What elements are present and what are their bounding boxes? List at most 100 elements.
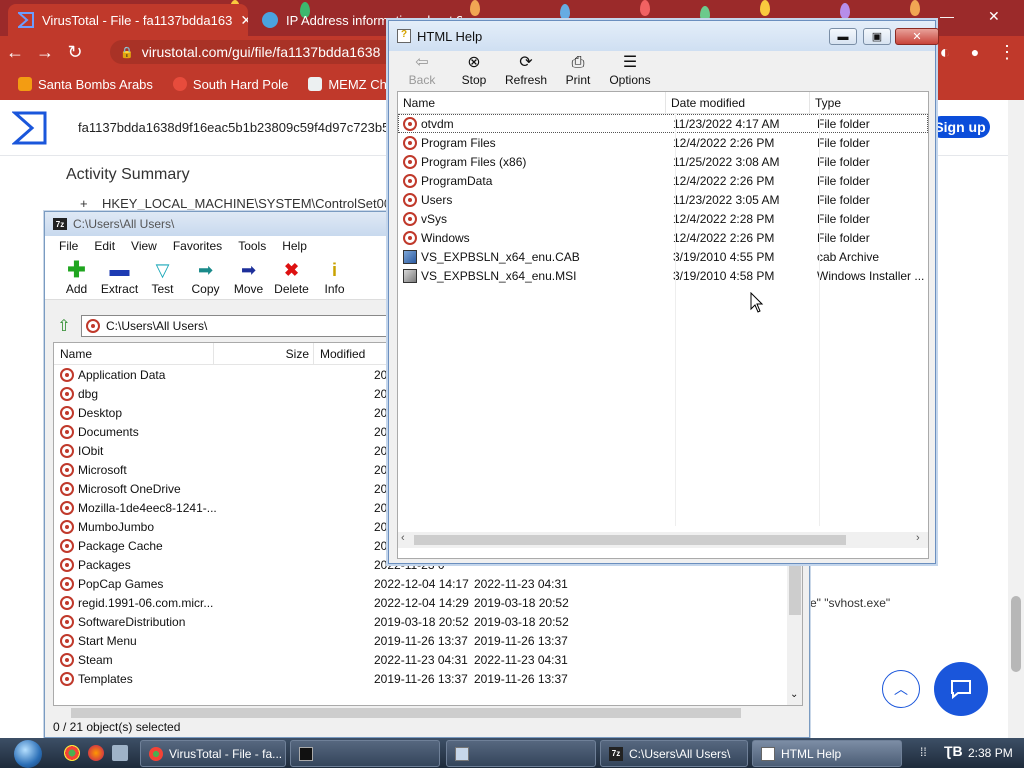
profile-icon[interactable]: ● [960,44,990,60]
virustotal-logo-icon[interactable] [12,110,48,146]
chevron-right-icon[interactable]: › [916,532,920,544]
add-button[interactable]: ✚ Add [55,256,98,299]
delete-button[interactable]: ✖ Delete [270,256,313,299]
print-button[interactable]: ⎙ Print [555,51,601,89]
folder-icon [60,386,74,401]
menu-kebab-icon[interactable]: ⋮ [992,42,1022,63]
table-row[interactable]: regid.1991-06.com.micr... 2022-12-04 14:2… [54,593,802,612]
chrome-icon[interactable] [64,745,80,761]
close-icon[interactable]: ✕ [240,12,248,29]
firefox-icon[interactable] [88,745,104,761]
menu-tools[interactable]: Tools [238,239,266,253]
menu-edit[interactable]: Edit [94,239,115,253]
menu-file[interactable]: File [59,239,78,253]
scrollbar-thumb[interactable] [414,535,846,545]
maximize-button[interactable]: ▣ [863,28,891,45]
start-button[interactable] [8,739,48,768]
close-button[interactable]: ✕ [895,28,939,45]
table-row[interactable]: Steam 2022-11-23 04:31 2022-11-23 04:31 [54,650,802,669]
taskbar-item-window[interactable] [446,740,596,767]
menu-view[interactable]: View [131,239,157,253]
extract-button[interactable]: ▬ Extract [98,256,141,299]
row-created: 2022-11-23 04:31 [474,652,568,667]
list-item[interactable]: vSys 12/4/2022 2:28 PM File folder [398,209,928,228]
back-arrow-icon[interactable]: ← [0,42,30,63]
minimize-icon[interactable]: — [940,8,954,24]
list-item[interactable]: Program Files 12/4/2022 2:26 PM File folde… [398,133,928,152]
column-header-type[interactable]: Type [810,92,928,114]
folder-icon [60,595,74,610]
list-item[interactable]: ProgramData 12/4/2022 2:26 PM File folder [398,171,928,190]
options-button[interactable]: ☰ Options [607,51,653,89]
row-name: Mozilla-1de4eec8-1241-... [78,500,217,515]
table-row[interactable]: PopCap Games 2022-12-04 14:17 2022-11-23 0… [54,574,802,593]
tray-app-icon[interactable]: ƮB [944,743,963,759]
page-scrollbar[interactable] [1008,100,1024,738]
test-button[interactable]: ▽ Test [141,256,184,299]
column-header-date[interactable]: Date modified [666,92,810,114]
list-item[interactable]: otvdm 11/23/2022 4:17 AM File folder [398,114,928,133]
list-item[interactable]: Program Files (x86) 11/25/2022 3:08 AM Fil… [398,152,928,171]
folder-icon [403,116,417,131]
taskbar-item-virustotal[interactable]: VirusTotal - File - fa... [140,740,286,767]
row-name-cell: Steam [54,652,292,667]
row-name-cell: Templates [54,671,292,686]
item-date: 12/4/2022 2:26 PM [673,135,775,150]
back-button[interactable]: ⇦ Back [399,51,445,89]
folder-icon [60,671,74,686]
folder-up-icon[interactable]: ⇧ [53,315,75,337]
scrollbar-thumb[interactable] [1011,596,1021,672]
list-item[interactable]: Windows 12/4/2022 2:26 PM File folder [398,228,928,247]
horizontal-scrollbar[interactable] [53,706,803,720]
info-button[interactable]: i Info [313,256,356,299]
forward-arrow-icon[interactable]: → [30,42,60,63]
tab-virustotal[interactable]: VirusTotal - File - fa1137bdda163 ✕ [8,4,248,36]
computer-icon[interactable] [112,745,128,761]
taskbar-item-sevenzip[interactable]: 7z C:\Users\All Users\ [600,740,748,767]
bookmark-item[interactable]: Santa Bombs Arabs [18,77,153,92]
reload-icon[interactable]: ↻ [60,42,90,63]
chat-button[interactable] [934,662,988,716]
row-created: 2019-11-26 13:37 [474,633,568,648]
chevron-up-icon: ︿ [894,681,908,697]
refresh-button[interactable]: ⟳ Refresh [503,51,549,89]
tray-icons[interactable]: ⁞⁞ [920,745,927,759]
minimize-button[interactable]: ▬ [829,28,857,45]
path-input[interactable]: C:\Users\All Users\ [81,315,393,337]
item-type: File folder [817,116,870,131]
taskbar-item-console[interactable] [290,740,440,767]
registry-key-row[interactable]: + HKEY_LOCAL_MACHINE\SYSTEM\ControlSet00 [80,196,391,211]
list-item[interactable]: VS_EXPBSLN_x64_enu.MSI 3/19/2010 4:58 PM W… [398,266,928,285]
row-name-cell: Microsoft OneDrive [54,481,292,496]
row-name-cell: Microsoft [54,462,292,477]
stop-button[interactable]: ⊗ Stop [451,51,497,89]
copy-button[interactable]: ➡ Copy [184,256,227,299]
taskbar-item-htmlhelp[interactable]: HTML Help [752,740,902,767]
chevron-left-icon[interactable]: ‹ [401,532,405,544]
list-item[interactable]: Users 11/23/2022 3:05 AM File folder [398,190,928,209]
move-button[interactable]: ➡ Move [227,256,270,299]
clock[interactable]: 2:38 PM [968,746,1013,760]
signup-button[interactable]: Sign up [930,116,990,138]
table-row[interactable]: Templates 2019-11-26 13:37 2019-11-26 13:3… [54,669,802,688]
column-header-name[interactable]: Name [398,92,666,114]
item-date: 12/4/2022 2:26 PM [673,173,775,188]
chevron-down-icon[interactable]: ⌄ [790,689,798,700]
menu-help[interactable]: Help [282,239,307,253]
virustotal-icon [18,12,34,28]
table-row[interactable]: Start Menu 2019-11-26 13:37 2019-11-26 13:… [54,631,802,650]
bookmark-item[interactable]: South Hard Pole [172,77,288,92]
table-row[interactable]: SoftwareDistribution 2019-03-18 20:52 2019… [54,612,802,631]
close-icon[interactable]: ✕ [988,8,1000,25]
expand-icon[interactable]: + [80,196,88,211]
list-item[interactable]: VS_EXPBSLN_x64_enu.CAB 3/19/2010 4:55 PM c… [398,247,928,266]
address-bar[interactable]: 🔒 virustotal.com/gui/file/fa1137bdda1638 [110,40,400,64]
scrollbar-thumb[interactable] [71,708,741,718]
horizontal-scrollbar[interactable]: ‹ › [398,532,928,548]
menu-favorites[interactable]: Favorites [173,239,222,253]
column-header-size[interactable]: Size [214,343,314,365]
scroll-top-button[interactable]: ︿ [882,670,920,708]
scrollbar-thumb[interactable] [789,563,801,615]
column-header-name[interactable]: Name [54,343,214,365]
button-label: Delete [274,281,309,296]
